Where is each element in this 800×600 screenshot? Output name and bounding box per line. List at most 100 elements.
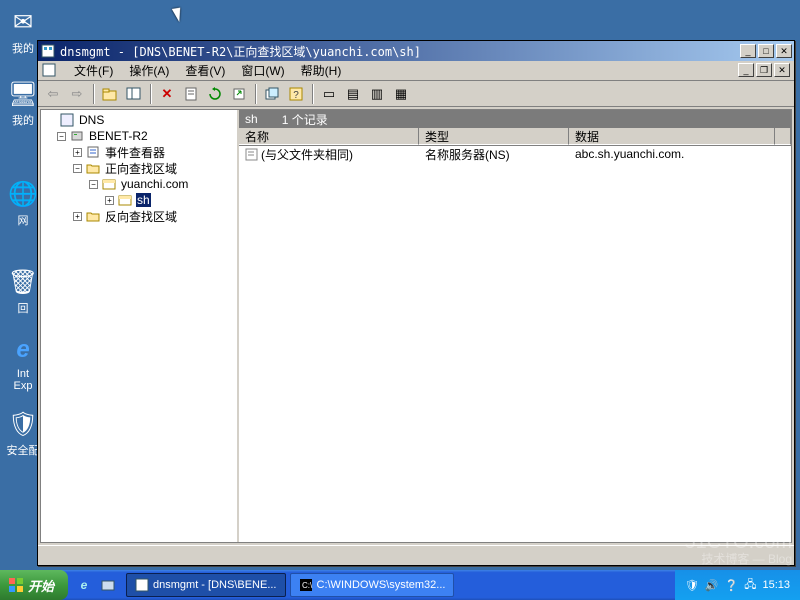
list-row[interactable]: (与父文件夹相同) 名称服务器(NS) abc.sh.yuanchi.com. — [239, 146, 791, 162]
task-item[interactable]: dnsmgmt - [DNS\BENE... — [126, 573, 285, 597]
mdi-minimize-button[interactable]: _ — [738, 63, 754, 77]
mmc-window: dnsmgmt - [DNS\BENET-R2\正向查找区域\yuanchi.c… — [37, 40, 795, 566]
col-type[interactable]: 类型 — [419, 128, 569, 145]
recycle-icon: 🗑 — [7, 266, 39, 298]
tree-label: DNS — [78, 113, 105, 127]
start-label: 开始 — [28, 576, 54, 595]
shield-icon: 🛡 — [7, 408, 39, 440]
clock[interactable]: 15:13 — [762, 579, 790, 591]
delete-button[interactable]: ✕ — [156, 83, 178, 105]
mdi-buttons: _ ❐ ✕ — [738, 63, 790, 77]
mdi-close-button[interactable]: ✕ — [774, 63, 790, 77]
col-name[interactable]: 名称 — [239, 128, 419, 145]
forward-button[interactable]: ⇨ — [66, 83, 88, 105]
task-item[interactable]: C:\ C:\WINDOWS\system32... — [290, 573, 455, 597]
tree-label: 反向查找区域 — [104, 208, 178, 225]
app-icon — [40, 43, 56, 59]
tree-pane[interactable]: DNS − BENET-R2 + 事件查看器 − — [41, 110, 239, 542]
tree-label: yuanchi.com — [120, 177, 189, 191]
tool-button[interactable]: ▦ — [390, 83, 412, 105]
taskbar: 开始 e dnsmgmt - [DNS\BENE... C:\ C:\WINDO… — [0, 570, 800, 600]
system-tray: 🛡 🔊 ❔ 🖧 15:13 — [675, 570, 800, 600]
separator — [93, 84, 94, 104]
up-button[interactable] — [99, 83, 121, 105]
svg-text:?: ? — [293, 90, 299, 101]
windows-logo-icon — [8, 577, 24, 593]
col-data[interactable]: 数据 — [569, 128, 775, 145]
export-button[interactable] — [228, 83, 250, 105]
menu-window[interactable]: 窗口(W) — [233, 60, 292, 81]
mdi-restore-button[interactable]: ❐ — [756, 63, 772, 77]
window-title: dnsmgmt - [DNS\BENET-R2\正向查找区域\yuanchi.c… — [60, 43, 740, 60]
list-rows[interactable]: (与父文件夹相同) 名称服务器(NS) abc.sh.yuanchi.com. — [239, 146, 791, 542]
task-label: C:\WINDOWS\system32... — [317, 579, 446, 591]
event-viewer-icon — [85, 145, 101, 159]
tray-help-icon[interactable]: ❔ — [725, 579, 739, 592]
refresh-button[interactable] — [204, 83, 226, 105]
start-button[interactable]: 开始 — [0, 570, 68, 600]
menu-view[interactable]: 查看(V) — [177, 60, 233, 81]
record-count: 1 个记录 — [282, 111, 328, 128]
tree-forward-zone[interactable]: − 正向查找区域 — [41, 160, 237, 176]
menu-help[interactable]: 帮助(H) — [293, 60, 350, 81]
zone-icon — [101, 177, 117, 191]
menu-action[interactable]: 操作(A) — [121, 60, 177, 81]
tree-reverse-zone[interactable]: + 反向查找区域 — [41, 208, 237, 224]
network-icon: 🌐 — [7, 178, 39, 210]
collapse-icon[interactable]: − — [73, 164, 82, 173]
tree-server[interactable]: − BENET-R2 — [41, 128, 237, 144]
window-buttons: _ □ ✕ — [740, 44, 792, 58]
tree-label: 正向查找区域 — [104, 160, 178, 177]
expand-icon[interactable]: + — [73, 212, 82, 221]
column-headers: 名称 类型 数据 — [239, 128, 791, 146]
properties-button[interactable] — [180, 83, 202, 105]
toolbar: ⇦ ⇨ ✕ ? ▭ ▤ ▥ ▦ — [38, 81, 794, 107]
menubar: 文件(F) 操作(A) 查看(V) 窗口(W) 帮助(H) _ ❐ ✕ — [38, 61, 794, 81]
tree-event-viewer[interactable]: + 事件查看器 — [41, 144, 237, 160]
task-label: dnsmgmt - [DNS\BENE... — [153, 579, 276, 591]
zone-icon — [117, 193, 133, 207]
quick-launch: e — [68, 575, 124, 595]
dns-icon — [59, 113, 75, 127]
tray-network-icon[interactable]: 🖧 — [744, 576, 756, 595]
show-hide-tree-button[interactable] — [123, 83, 145, 105]
tray-icon[interactable]: 🔊 — [705, 579, 719, 592]
folder-open-icon — [85, 161, 101, 175]
folder-icon — [85, 209, 101, 223]
collapse-icon[interactable]: − — [57, 132, 66, 141]
tree-subdomain[interactable]: + sh — [41, 192, 237, 208]
help-button[interactable]: ? — [285, 83, 307, 105]
tree-domain[interactable]: − yuanchi.com — [41, 176, 237, 192]
expand-icon[interactable]: + — [105, 196, 114, 205]
tool-button[interactable]: ▤ — [342, 83, 364, 105]
cell-data: abc.sh.yuanchi.com. — [569, 147, 791, 161]
ie-icon[interactable]: e — [74, 575, 94, 595]
server-icon — [69, 129, 85, 143]
minimize-button[interactable]: _ — [740, 44, 756, 58]
collapse-icon[interactable]: − — [89, 180, 98, 189]
show-desktop-icon[interactable] — [98, 575, 118, 595]
computer-icon: 🖥 — [7, 78, 39, 110]
tool-button[interactable]: ▭ — [318, 83, 340, 105]
maximize-button[interactable]: □ — [758, 44, 774, 58]
tool-button[interactable]: ▥ — [366, 83, 388, 105]
list-pane: sh 1 个记录 名称 类型 数据 (与父文件夹相同) 名称服务器(NS) — [239, 110, 791, 542]
new-window-button[interactable] — [261, 83, 283, 105]
workspace: DNS − BENET-R2 + 事件查看器 − — [40, 109, 792, 543]
separator — [312, 84, 313, 104]
statusbar — [38, 545, 794, 565]
close-button[interactable]: ✕ — [776, 44, 792, 58]
tree-root[interactable]: DNS — [41, 112, 237, 128]
col-spacer — [775, 128, 791, 145]
back-button[interactable]: ⇦ — [42, 83, 64, 105]
tree-label: 事件查看器 — [104, 144, 166, 161]
expand-icon[interactable]: + — [73, 148, 82, 157]
tray-icon[interactable]: 🛡 — [685, 579, 699, 592]
menu-file[interactable]: 文件(F) — [66, 60, 121, 81]
sys-menu-icon[interactable] — [42, 63, 58, 79]
record-icon — [245, 148, 258, 161]
separator — [150, 84, 151, 104]
titlebar[interactable]: dnsmgmt - [DNS\BENET-R2\正向查找区域\yuanchi.c… — [38, 41, 794, 61]
cell-type: 名称服务器(NS) — [419, 146, 569, 163]
watermark-line: 技术博客 — Blog — [685, 553, 792, 566]
